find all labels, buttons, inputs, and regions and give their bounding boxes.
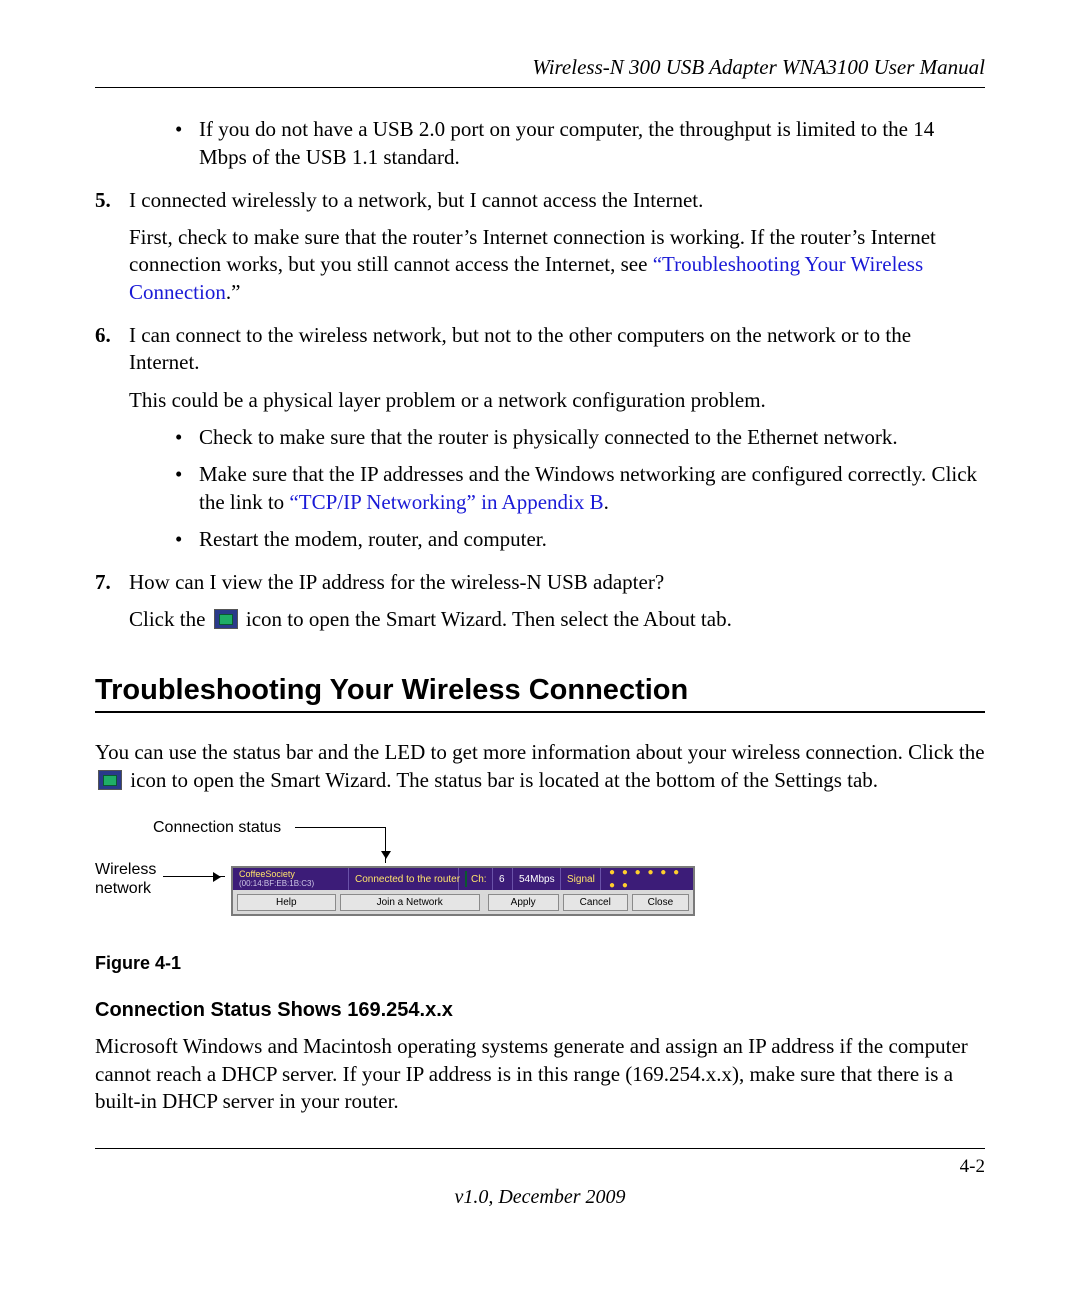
subsection-heading: Connection Status Shows 169.254.x.x xyxy=(95,997,985,1023)
text: icon to open the Smart Wizard. The statu… xyxy=(125,768,878,792)
bullet-ip-config: Make sure that the IP addresses and the … xyxy=(129,461,985,516)
faq-question: I can connect to the wireless network, b… xyxy=(129,323,911,374)
sb-channel-value: 6 xyxy=(493,868,513,890)
faq-item-5: 5. I connected wirelessly to a network, … xyxy=(95,187,985,214)
callout-connection-status: Connection status xyxy=(153,818,281,839)
section-rule xyxy=(95,711,985,713)
sb-apply-button[interactable]: Apply xyxy=(488,894,559,911)
faq-number: 5. xyxy=(95,187,111,214)
section-intro: You can use the status bar and the LED t… xyxy=(95,739,985,794)
link-tcpip-appendix[interactable]: “TCP/IP Networking” in Appendix B xyxy=(289,490,603,514)
sb-network-mac: (00:14:BF:EB:1B:C3) xyxy=(239,880,314,888)
text: .” xyxy=(226,280,241,304)
faq-number: 7. xyxy=(95,569,111,596)
sb-status: Connected to the router xyxy=(349,868,459,890)
text: Click the xyxy=(129,607,211,631)
leader-line xyxy=(295,827,385,828)
sb-signal-label: Signal xyxy=(561,868,601,890)
sb-channel-label: Ch: xyxy=(459,868,493,890)
sb-join-button[interactable]: Join a Network xyxy=(340,894,480,911)
footer-rule xyxy=(95,1148,985,1149)
bullet-restart: Restart the modem, router, and computer. xyxy=(129,526,985,553)
faq-number: 6. xyxy=(95,322,111,349)
running-header: Wireless-N 300 USB Adapter WNA3100 User … xyxy=(95,54,985,81)
footer-version: v1.0, December 2009 xyxy=(95,1184,985,1210)
faq-question: How can I view the IP address for the wi… xyxy=(129,570,664,594)
callout-wireless-network: Wirelessnetwork xyxy=(95,860,156,898)
sb-network-cell: CoffeeSociety (00:14:BF:EB:1B:C3) xyxy=(233,868,349,890)
text: icon to open the Smart Wizard. Then sele… xyxy=(241,607,732,631)
faq-7-answer: Click the icon to open the Smart Wizard.… xyxy=(95,606,985,633)
sb-close-button[interactable]: Close xyxy=(632,894,689,911)
sb-help-button[interactable]: Help xyxy=(237,894,336,911)
smart-wizard-icon xyxy=(214,609,238,629)
faq-6-answer: This could be a physical layer problem o… xyxy=(95,387,985,414)
sb-cancel-button[interactable]: Cancel xyxy=(563,894,628,911)
figure-caption: Figure 4-1 xyxy=(95,952,985,975)
sb-signal-dots: ● ● ● ● ● ● ● ● xyxy=(601,866,693,892)
section-heading: Troubleshooting Your Wireless Connection xyxy=(95,672,985,710)
leader-arrow xyxy=(385,827,386,863)
status-bar-screenshot: CoffeeSociety (00:14:BF:EB:1B:C3) Connec… xyxy=(231,866,695,916)
page-number: 4-2 xyxy=(95,1155,985,1180)
figure-4-1: Connection status Wirelessnetwork Coffee… xyxy=(95,818,985,938)
header-rule xyxy=(95,87,985,88)
smart-wizard-icon xyxy=(98,770,122,790)
faq-5-answer: First, check to make sure that the route… xyxy=(95,224,985,306)
leader-arrow xyxy=(163,876,225,877)
antenna-icon xyxy=(465,871,467,887)
faq-item-6: 6. I can connect to the wireless network… xyxy=(95,322,985,377)
text: . xyxy=(604,490,609,514)
faq-item-7: 7. How can I view the IP address for the… xyxy=(95,569,985,596)
bullet-check-router: Check to make sure that the router is ph… xyxy=(129,424,985,451)
text: You can use the status bar and the LED t… xyxy=(95,740,985,764)
subsection-body: Microsoft Windows and Macintosh operatin… xyxy=(95,1033,985,1115)
faq-question: I connected wirelessly to a network, but… xyxy=(129,188,703,212)
bullet-usb: If you do not have a USB 2.0 port on you… xyxy=(129,116,985,171)
sb-rate: 54Mbps xyxy=(513,868,561,890)
